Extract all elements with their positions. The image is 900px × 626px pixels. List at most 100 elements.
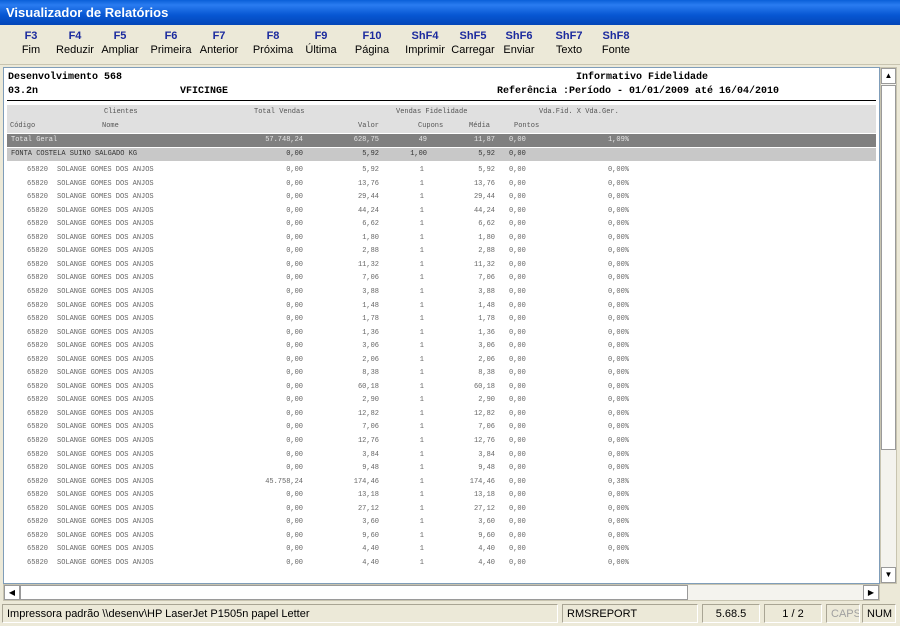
- toolbar-button-label: Imprimir: [405, 44, 445, 56]
- cell-cupons: 1: [419, 342, 424, 351]
- report-page[interactable]: Desenvolvimento 568 03.2n VFICINGE Infor…: [3, 67, 880, 584]
- cell-total: 0,00: [286, 531, 303, 540]
- cell-cupons: 1: [419, 491, 424, 500]
- toolbar-button-reduzir[interactable]: F4 Reduzir: [54, 29, 96, 61]
- cell-name: SOLANGE GOMES DOS ANJOS: [57, 206, 154, 215]
- toolbar-button-key: F6: [164, 30, 178, 42]
- cell-pct: 0,00%: [607, 247, 629, 256]
- cell-media: 1,80: [478, 233, 495, 242]
- cell-name: SOLANGE GOMES DOS ANJOS: [57, 558, 154, 567]
- cell-cupons: 1: [419, 193, 424, 202]
- toolbar-button-imprimir[interactable]: ShF4 Imprimir: [398, 29, 452, 61]
- cell-media: 1,78: [478, 315, 495, 324]
- table-row: 65820 SOLANGE GOMES DOS ANJOS 0,00 9,60 1 9,6…: [7, 530, 876, 543]
- vertical-scrollbar[interactable]: ▲ ▼: [880, 67, 897, 584]
- toolbar-button-label: Fim: [21, 44, 41, 56]
- cell-total: 0,00: [286, 274, 303, 283]
- toolbar-button-key: F10: [362, 30, 382, 42]
- cell-valor: 9,48: [362, 464, 379, 473]
- scroll-right-icon[interactable]: ▶: [863, 585, 879, 600]
- window-title: Visualizador de Relatórios: [6, 5, 169, 20]
- cell-valor: 3,06: [362, 342, 379, 351]
- cell-code: 65820: [27, 491, 49, 500]
- toolbar-button-key: ShF4: [411, 30, 439, 42]
- cell-name: SOLANGE GOMES DOS ANJOS: [57, 315, 154, 324]
- cell-media: 174,46: [469, 477, 495, 486]
- toolbar-button-texto[interactable]: ShF7 Texto: [550, 29, 588, 61]
- toolbar-button-anterior[interactable]: F7 Anterior: [198, 29, 240, 61]
- cell-valor: 1,78: [362, 315, 379, 324]
- cell-pct: 0,00%: [607, 450, 629, 459]
- cell-code: 65820: [27, 409, 49, 418]
- cell-pct: 0,00%: [607, 342, 629, 351]
- group-total: 0,00: [286, 150, 303, 158]
- header-pontos: Pontos: [514, 122, 540, 130]
- status-report-name: RMSREPORT: [562, 604, 698, 623]
- toolbar-button-fim[interactable]: F3 Fim: [14, 29, 48, 61]
- cell-pct: 0,00%: [607, 558, 629, 567]
- table-row: 65820 SOLANGE GOMES DOS ANJOS 0,00 2,88 1 2,8…: [7, 245, 876, 258]
- cell-code: 65820: [27, 193, 49, 202]
- report-viewer-window: Visualizador de Relatórios F3 Fim F4 Reduzi…: [0, 0, 900, 626]
- cell-pontos: 0,00: [509, 545, 526, 554]
- toolbar-button-label: Enviar: [503, 44, 535, 56]
- cell-pct: 0,00%: [607, 274, 629, 283]
- cell-total: 0,00: [286, 260, 303, 269]
- cell-code: 65820: [27, 558, 49, 567]
- cell-media: 13,76: [473, 179, 495, 188]
- toolbar-button-p-gina[interactable]: F10 Página: [350, 29, 394, 61]
- cell-valor: 12,82: [357, 409, 379, 418]
- table-row: 65820 SOLANGE GOMES DOS ANJOS 0,00 6,62 1 6,6…: [7, 218, 876, 231]
- toolbar-button-ampliar[interactable]: F5 Ampliar: [98, 29, 142, 61]
- cell-code: 65820: [27, 464, 49, 473]
- report-title: Informativo Fidelidade: [576, 72, 709, 83]
- toolbar-button-fonte[interactable]: ShF8 Fonte: [596, 29, 636, 61]
- report-reference: Referência :Período - 01/01/2009 até 16/…: [497, 86, 780, 97]
- cell-name: SOLANGE GOMES DOS ANJOS: [57, 504, 154, 513]
- scroll-up-icon[interactable]: ▲: [881, 68, 896, 84]
- cell-cupons: 1: [419, 166, 424, 174]
- cell-cupons: 1: [419, 247, 424, 256]
- cell-valor: 174,46: [353, 477, 379, 486]
- cell-pontos: 0,00: [509, 193, 526, 202]
- cell-total: 0,00: [286, 491, 303, 500]
- toolbar-button-label: Fonte: [601, 44, 631, 56]
- horizontal-scroll-thumb[interactable]: [20, 585, 688, 600]
- cell-code: 65820: [27, 179, 49, 188]
- cell-valor: 1,48: [362, 301, 379, 310]
- cell-pontos: 0,00: [509, 315, 526, 324]
- cell-name: SOLANGE GOMES DOS ANJOS: [57, 287, 154, 296]
- cell-media: 7,06: [478, 274, 495, 283]
- cell-name: SOLANGE GOMES DOS ANJOS: [57, 247, 154, 256]
- cell-name: SOLANGE GOMES DOS ANJOS: [57, 382, 154, 391]
- group-label: FONTA COSTELA SUINO SALGADO KG: [11, 150, 138, 158]
- horizontal-scrollbar[interactable]: ◀ ▶: [3, 584, 880, 601]
- cell-name: SOLANGE GOMES DOS ANJOS: [57, 409, 154, 418]
- cell-pontos: 0,00: [509, 342, 526, 351]
- cell-total: 0,00: [286, 382, 303, 391]
- cell-pct: 0,00%: [607, 545, 629, 554]
- cell-total: 0,00: [286, 369, 303, 378]
- toolbar-button-pr-xima[interactable]: F8 Próxima: [250, 29, 296, 61]
- toolbar-button-enviar[interactable]: ShF6 Enviar: [497, 29, 541, 61]
- toolbar-button-carregar[interactable]: ShF5 Carregar: [447, 29, 499, 61]
- cell-pontos: 0,00: [509, 179, 526, 188]
- report-code: 03.2n: [8, 86, 39, 97]
- total-total: 57.748,24: [265, 136, 303, 144]
- cell-pontos: 0,00: [509, 369, 526, 378]
- table-row: 65820 SOLANGE GOMES DOS ANJOS 0,00 12,82 1 12…: [7, 408, 876, 421]
- cell-pontos: 0,00: [509, 409, 526, 418]
- scroll-left-icon[interactable]: ◀: [4, 585, 20, 600]
- table-row: 65820 SOLANGE GOMES DOS ANJOS 0,00 9,48 1 9,4…: [7, 462, 876, 475]
- group-valor: 5,92: [362, 150, 379, 158]
- cell-total: 0,00: [286, 558, 303, 567]
- toolbar-button--ltima[interactable]: F9 Última: [304, 29, 338, 61]
- cell-valor: 11,32: [357, 260, 379, 269]
- cell-cupons: 1: [419, 179, 424, 188]
- toolbar-button-primeira[interactable]: F6 Primeira: [148, 29, 194, 61]
- cell-name: SOLANGE GOMES DOS ANJOS: [57, 166, 154, 174]
- vertical-scroll-thumb[interactable]: [881, 85, 896, 450]
- scroll-down-icon[interactable]: ▼: [881, 567, 896, 583]
- cell-name: SOLANGE GOMES DOS ANJOS: [57, 531, 154, 540]
- cell-media: 3,60: [478, 518, 495, 527]
